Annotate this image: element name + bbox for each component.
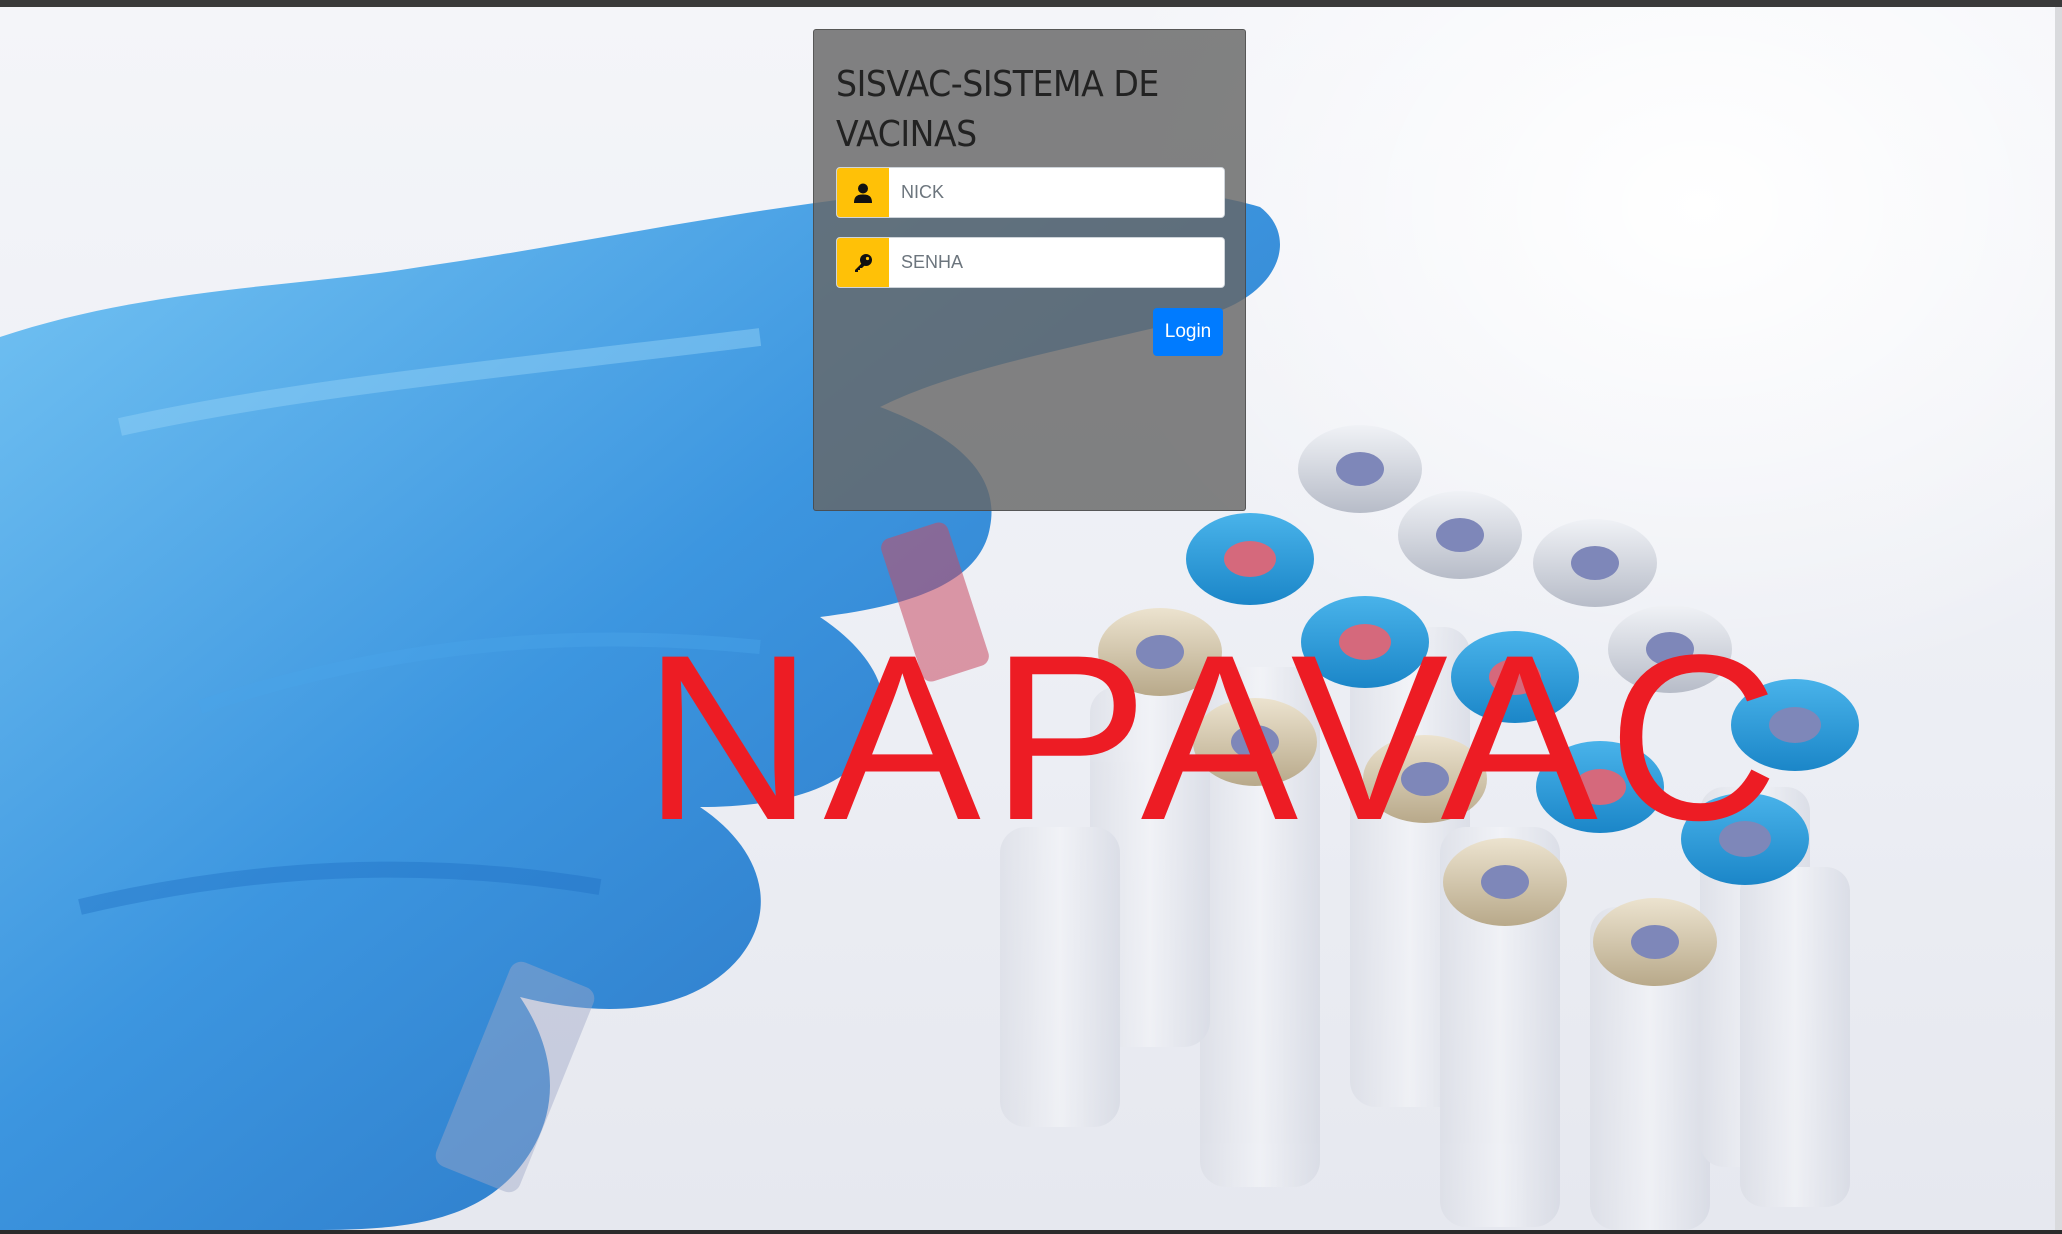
- napavac-wordmark: NAPAVAC: [643, 606, 1789, 870]
- login-button[interactable]: Login: [1153, 308, 1223, 356]
- key-icon: [837, 238, 889, 287]
- password-input-group: [836, 237, 1225, 288]
- browser-top-bar: [0, 0, 2062, 7]
- login-panel: SISVAC-SISTEMA DE VACINAS Login: [813, 29, 1246, 511]
- senha-input[interactable]: [889, 238, 1224, 287]
- username-input-group: [836, 167, 1225, 218]
- nick-input[interactable]: [889, 168, 1224, 217]
- browser-bottom-bar: [0, 1230, 2062, 1234]
- login-title: SISVAC-SISTEMA DE VACINAS: [836, 64, 1159, 155]
- window-right-edge: [2055, 7, 2062, 1230]
- user-icon: [837, 168, 889, 217]
